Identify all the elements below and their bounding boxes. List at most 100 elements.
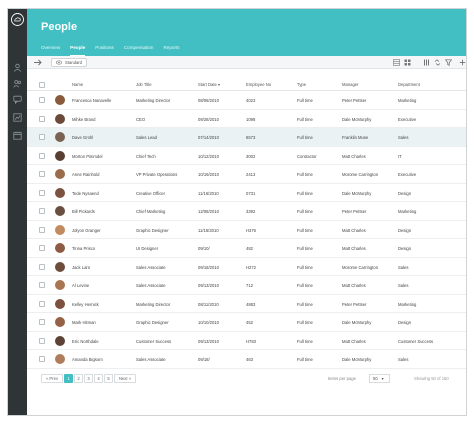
tab-positions[interactable]: Positions: [95, 45, 114, 56]
table-row[interactable]: Jolyon Granger Graphic Designer 11/16/2010…: [27, 221, 466, 239]
cell-name[interactable]: Tinna Prisco: [72, 246, 95, 251]
cell-name[interactable]: Tede Nysaend: [72, 191, 99, 196]
avatar: [55, 187, 65, 198]
grid-view-icon[interactable]: [404, 59, 411, 66]
page-button-2[interactable]: 2: [74, 374, 83, 383]
rows-per-page-label: Items per page: [328, 376, 356, 381]
table-row[interactable]: Morton Pimmdel Chief Tech 10/12/2010 3002 Co…: [27, 147, 466, 165]
row-checkbox[interactable]: [39, 171, 45, 177]
cell-job-title: Sales Associate: [136, 357, 166, 362]
page-button-3[interactable]: 3: [84, 374, 93, 383]
row-checkbox[interactable]: [39, 189, 45, 196]
cell-department: Design: [398, 246, 412, 251]
pagination-bar: « Prev 1 2 3 4 5 Next » Items per page 5…: [27, 369, 466, 393]
column-header-manager[interactable]: Manager: [342, 82, 359, 87]
cell-name[interactable]: Eric Northdale: [72, 339, 99, 344]
table-row[interactable]: Tinna Prisco UI Designer 09/10/482 Full tim…: [27, 239, 466, 258]
page-title: People: [41, 21, 78, 33]
list-view-icon[interactable]: [393, 59, 400, 66]
column-header-type[interactable]: Type: [297, 82, 306, 87]
row-checkbox[interactable]: [39, 263, 45, 270]
column-header-start-date[interactable]: Start Date ▾: [198, 82, 220, 87]
sort-icon[interactable]: [434, 59, 441, 66]
table-row[interactable]: Mihke Brand CEO 09/28/2010 1098 Full time Dal…: [27, 110, 466, 128]
cell-name[interactable]: Bill Pickards: [72, 209, 95, 214]
row-checkbox[interactable]: [39, 226, 45, 233]
cell-name[interactable]: Amanda Bigsom: [72, 357, 103, 362]
table-row[interactable]: Kelley Hernick Marketing Director 08/11/20…: [27, 295, 466, 313]
arrow-right-icon[interactable]: [33, 58, 43, 67]
cell-department: Sales: [398, 357, 409, 362]
row-checkbox[interactable]: [39, 300, 45, 307]
add-icon[interactable]: [459, 59, 466, 66]
chat-icon[interactable]: [13, 95, 22, 104]
tab-people[interactable]: People: [70, 45, 86, 56]
chart-icon[interactable]: [13, 113, 22, 122]
cell-name[interactable]: Mark Hitman: [72, 320, 96, 325]
cell-type: Full time: [297, 116, 313, 122]
cell-manager: Peter Pettser: [342, 98, 367, 103]
avatar: [55, 298, 65, 309]
tab-compensation[interactable]: Compensation: [124, 45, 154, 56]
row-checkbox[interactable]: [39, 97, 45, 103]
cell-name[interactable]: Francesca Nanavelle: [72, 98, 111, 103]
page-button-4[interactable]: 4: [94, 374, 103, 383]
cell-name[interactable]: Dave Grohl: [72, 135, 93, 140]
cloud-logo-icon[interactable]: [11, 13, 24, 26]
table-row[interactable]: Francesca Nanavelle Marketing Director 08/…: [27, 91, 466, 110]
row-checkbox[interactable]: [39, 319, 45, 325]
next-page-button[interactable]: Next »: [114, 374, 136, 383]
table-row[interactable]: Dave Grohl Sales Lead 07/14/2010 6573 Full t…: [27, 128, 466, 147]
tab-reports[interactable]: Reports: [163, 45, 179, 56]
cell-name[interactable]: Morton Pimmdel: [72, 154, 102, 159]
rows-per-page-select[interactable]: 50 ▾: [369, 374, 390, 383]
people-icon[interactable]: [13, 79, 22, 88]
cell-name[interactable]: Mihke Brand: [72, 117, 96, 122]
cell-manager: Dale McMurphy: [342, 116, 372, 122]
row-checkbox[interactable]: [39, 208, 45, 214]
cell-start-date: 09/18/2010: [198, 264, 219, 270]
cell-manager: Dale McMurphy: [342, 357, 372, 362]
cell-name[interactable]: Jolyon Granger: [72, 228, 101, 233]
table-row[interactable]: Amanda Bigsom Sales Associate 09/18/463 Ful…: [27, 350, 466, 369]
table-row[interactable]: Tede Nysaend Creative Officer 11/16/2010 07…: [27, 184, 466, 202]
table-row[interactable]: Jack Lars Sales Associate 09/18/2010 H272 Fu…: [27, 258, 466, 276]
cell-start-date: 09/18/: [198, 357, 210, 362]
cell-name[interactable]: Anne Rainhold: [72, 172, 99, 177]
prev-page-button[interactable]: « Prev: [41, 374, 63, 383]
row-checkbox[interactable]: [39, 356, 45, 362]
cell-job-title: VP Private Operations: [136, 172, 178, 177]
column-header-name[interactable]: Name: [72, 82, 83, 87]
cell-department: Sales: [398, 135, 409, 140]
row-checkbox[interactable]: [39, 115, 45, 122]
column-header-employee-no[interactable]: Employee No: [246, 82, 271, 87]
row-checkbox[interactable]: [39, 152, 45, 159]
row-checkbox[interactable]: [39, 337, 45, 344]
tab-overview[interactable]: Overview: [41, 45, 60, 56]
row-checkbox[interactable]: [39, 134, 45, 140]
view-selector-button[interactable]: Standard: [51, 58, 87, 67]
person-icon[interactable]: [13, 63, 22, 72]
cell-name[interactable]: Jack Lars: [72, 265, 90, 270]
select-all-checkbox[interactable]: [39, 81, 45, 88]
column-header-job-title[interactable]: Job Title: [136, 82, 152, 87]
table-row[interactable]: Anne Rainhold VP Private Operations 10/19/…: [27, 165, 466, 184]
table-row[interactable]: Mark Hitman Graphic Designer 10/10/2010 452…: [27, 313, 466, 332]
row-checkbox[interactable]: [39, 282, 45, 288]
table-row[interactable]: Al Levine Sales Associate 09/13/2010 712 Ful…: [27, 276, 466, 295]
cell-department: Marketing: [398, 301, 417, 307]
calendar-icon[interactable]: [13, 131, 22, 140]
columns-icon[interactable]: [423, 59, 430, 66]
table-row[interactable]: Bill Pickards Chief Marketing 12/08/2010 33…: [27, 202, 466, 221]
cell-start-date: 11/16/2010: [198, 227, 219, 233]
page-button-1[interactable]: 1: [64, 374, 73, 383]
cell-job-title: Customer Success: [136, 338, 172, 344]
cell-department: Design: [398, 320, 412, 325]
cell-name[interactable]: Al Levine: [72, 283, 89, 288]
column-header-department[interactable]: Department: [398, 82, 420, 87]
row-checkbox[interactable]: [39, 245, 45, 251]
cell-name[interactable]: Kelley Hernick: [72, 302, 99, 307]
filter-icon[interactable]: [445, 59, 452, 66]
page-button-5[interactable]: 5: [104, 374, 113, 383]
table-row[interactable]: Eric Northdale Customer Success 09/13/2010…: [27, 332, 466, 350]
